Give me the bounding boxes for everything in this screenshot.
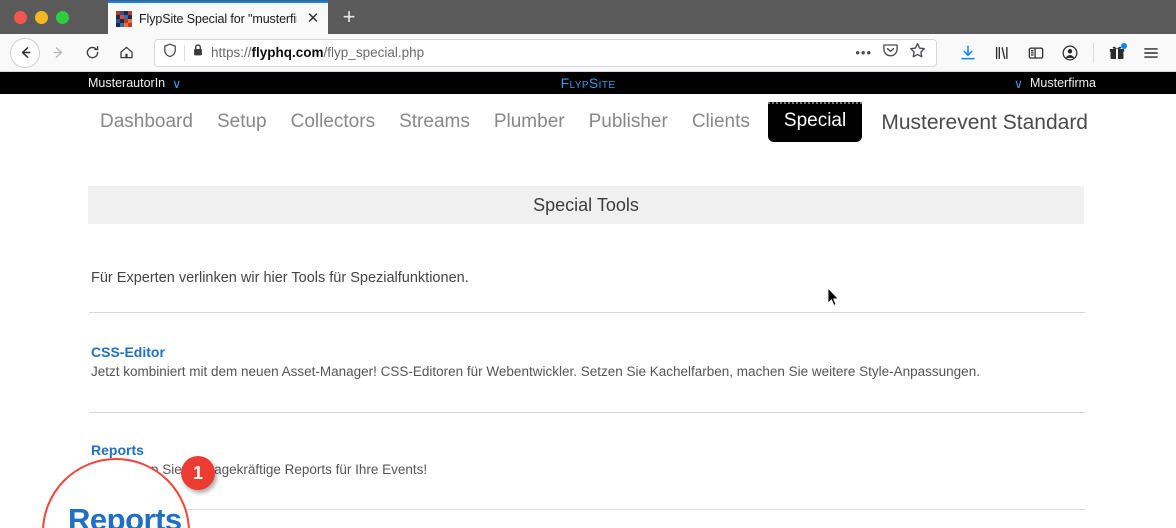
magnifier-content: Reports Generieren: [44, 460, 188, 528]
home-button[interactable]: [110, 37, 142, 69]
site-topbar: MusterautorIn ∨ FlypSite ∨ Musterfirma: [0, 72, 1176, 94]
browser-toolbar: https://flyphq.com/flyp_special.php •••: [0, 34, 1176, 72]
close-tab-button[interactable]: ✕: [304, 10, 322, 28]
nav-item-dashboard[interactable]: Dashboard: [88, 107, 205, 142]
pocket-icon[interactable]: [882, 42, 899, 63]
browser-tab[interactable]: FlypSite Special for "musterfirm ✕: [108, 1, 328, 34]
main-nav-row: Dashboard Setup Collectors Streams Plumb…: [0, 94, 1176, 142]
back-button[interactable]: [10, 37, 40, 68]
forward-button: [42, 37, 74, 69]
event-title: Musterevent Standard: [881, 111, 1088, 134]
site-brand-wrap: FlypSite: [0, 75, 1176, 91]
new-tab-button[interactable]: +: [336, 4, 362, 30]
hamburger-menu-icon[interactable]: [1136, 37, 1166, 69]
chevron-down-icon: ∨: [1013, 76, 1024, 91]
tool-description-css-editor: Jetzt kombiniert mit dem neuen Asset-Man…: [91, 364, 980, 379]
nav-item-clients[interactable]: Clients: [680, 107, 762, 142]
site-brand[interactable]: FlypSite: [561, 75, 616, 91]
main-nav: Dashboard Setup Collectors Streams Plumb…: [88, 102, 863, 142]
lock-icon[interactable]: [192, 43, 204, 62]
panel-title: Special Tools: [88, 186, 1084, 224]
window-controls: [0, 0, 79, 34]
bookmark-star-icon[interactable]: [909, 42, 926, 64]
nav-item-collectors[interactable]: Collectors: [279, 107, 387, 142]
maximize-window-button[interactable]: [56, 10, 69, 24]
browser-window: FlypSite Special for "musterfirm ✕ + htt…: [0, 0, 1176, 528]
address-bar[interactable]: https://flyphq.com/flyp_special.php •••: [154, 38, 937, 67]
reload-button[interactable]: [76, 37, 108, 69]
page-actions-icon[interactable]: •••: [855, 45, 872, 60]
minimize-window-button[interactable]: [35, 10, 48, 24]
page-content: MusterautorIn ∨ FlypSite ∨ Musterfirma D…: [0, 72, 1176, 528]
mouse-cursor: [827, 286, 840, 312]
tool-link-css-editor[interactable]: CSS-Editor: [91, 344, 165, 360]
company-menu[interactable]: ∨ Musterfirma: [1014, 76, 1096, 91]
urlbar-actions: •••: [855, 42, 928, 64]
toolbar-right-actions: [947, 37, 1166, 69]
nav-item-special[interactable]: Special: [767, 102, 863, 142]
nav-item-streams[interactable]: Streams: [387, 107, 482, 142]
magnified-heading: Reports: [68, 502, 182, 528]
flypsite-favicon: [116, 10, 132, 27]
download-icon[interactable]: [953, 37, 983, 69]
divider: [89, 412, 1085, 413]
library-icon[interactable]: [987, 37, 1017, 69]
nav-item-setup[interactable]: Setup: [205, 107, 279, 142]
close-window-button[interactable]: [14, 10, 27, 24]
url-text: https://flyphq.com/flyp_special.php: [211, 45, 425, 60]
nav-item-plumber[interactable]: Plumber: [482, 107, 577, 142]
magnifier-annotation: Reports Generieren: [42, 458, 190, 528]
divider: [89, 509, 1085, 510]
intro-text: Für Experten verlinken wir hier Tools fü…: [91, 270, 469, 286]
annotation-badge-1: 1: [181, 456, 215, 490]
toolbar-divider: [1093, 42, 1094, 63]
shield-icon[interactable]: [163, 43, 177, 63]
gift-icon[interactable]: [1102, 37, 1132, 69]
gift-notification-dot: [1121, 42, 1127, 49]
tab-title: FlypSite Special for "musterfirm: [139, 11, 297, 26]
company-menu-label: Musterfirma: [1030, 76, 1096, 90]
sidebar-icon[interactable]: [1021, 37, 1051, 69]
urlbar-divider: [184, 44, 185, 61]
divider: [89, 312, 1085, 313]
nav-item-publisher[interactable]: Publisher: [577, 107, 680, 142]
tool-link-reports[interactable]: Reports: [91, 442, 144, 458]
account-icon[interactable]: [1055, 37, 1085, 69]
title-bar: FlypSite Special for "musterfirm ✕ +: [0, 0, 1176, 34]
